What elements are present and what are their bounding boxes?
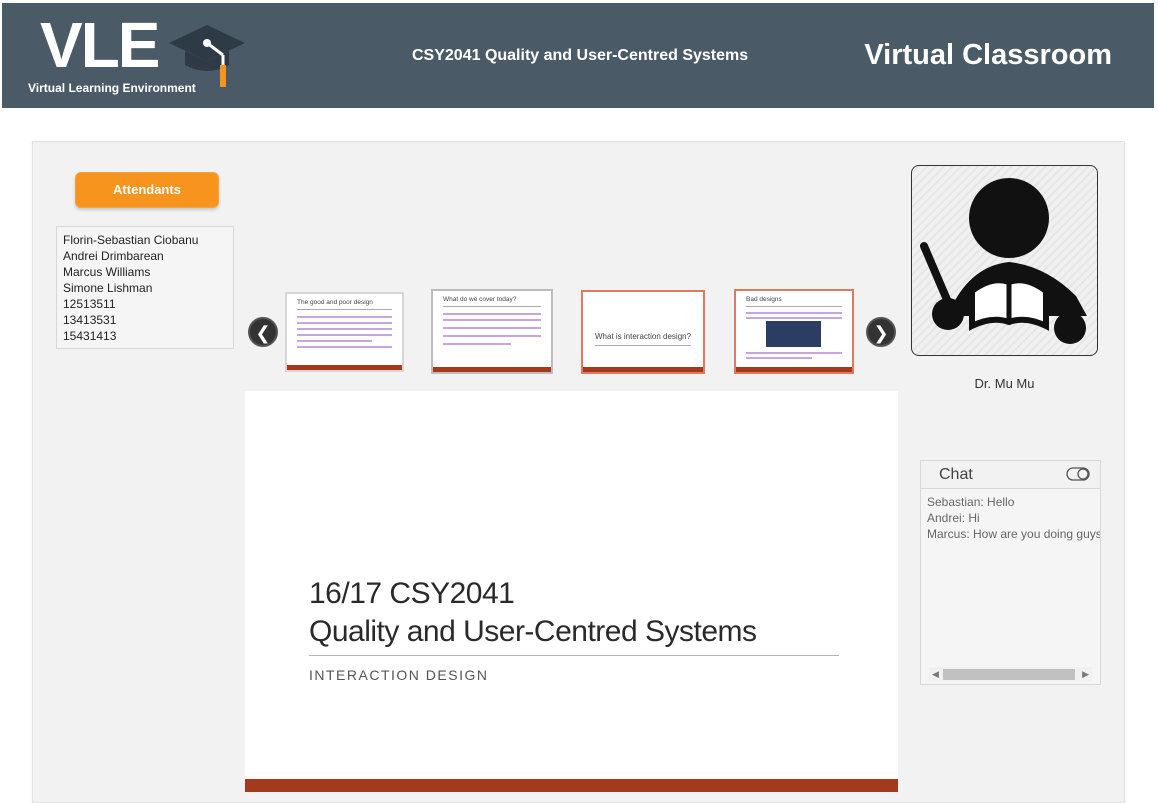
list-item: Florin-Sebastian Ciobanu [63, 233, 199, 247]
presenter-avatar [911, 165, 1098, 356]
thumbnail-rule [297, 309, 392, 310]
attendants-list: Florin-Sebastian Ciobanu Andrei Drimbare… [56, 226, 234, 349]
page-title: Virtual Classroom [864, 39, 1112, 71]
thumbnail-text-line [297, 316, 392, 318]
slide-thumbnail-2[interactable]: What do we cover today? [431, 289, 553, 374]
thumbnail-text-line [746, 357, 812, 359]
presenter-name: Dr. Mu Mu [974, 376, 1035, 391]
chevron-right-icon: ❯ [873, 323, 889, 343]
vle-logo: VLE [40, 9, 160, 81]
thumbnail-footer-bar [287, 365, 402, 370]
thumbnail-text-line [443, 319, 541, 321]
list-item: 12513511 [63, 297, 116, 311]
slide-divider [309, 655, 839, 656]
scroll-right-icon[interactable]: ▶ [1082, 667, 1089, 681]
chat-horizontal-scrollbar[interactable]: ◀ ▶ [929, 667, 1092, 681]
list-item: 13413531 [63, 313, 117, 327]
chat-header: Chat [921, 461, 1100, 489]
chat-message: Andrei: Hi [927, 511, 980, 525]
slide-title: 16/17 CSY2041 Quality and User-Centred S… [309, 575, 757, 651]
slide-title-line-2: Quality and User-Centred Systems [309, 615, 757, 648]
current-slide: 16/17 CSY2041 Quality and User-Centred S… [245, 391, 898, 792]
app-header: VLE Virtual Learning Environment CSY2041… [2, 3, 1154, 108]
thumbnail-text-line [746, 317, 842, 319]
chat-panel: Chat Sebastian: Hello Andrei: Hi Marcus:… [920, 460, 1101, 685]
thumbnail-text-line [297, 346, 392, 348]
slide-thumbnail-1[interactable]: The good and poor design [285, 292, 404, 372]
list-item: 15431413 [63, 329, 117, 343]
logo-subtitle: Virtual Learning Environment [28, 81, 196, 95]
thumbnail-rule [443, 306, 541, 307]
thumbnail-footer-bar [583, 367, 703, 372]
scrollbar-thumb[interactable] [943, 669, 1075, 680]
thumbnail-text-line [297, 340, 372, 342]
thumbnail-footer-bar [433, 367, 551, 372]
teacher-icon [920, 178, 1087, 344]
thumbnail-text-line [443, 313, 541, 315]
thumbnail-text-line [297, 334, 392, 336]
slide-subtitle: INTERACTION DESIGN [309, 667, 489, 683]
attendants-button[interactable]: Attendants [75, 172, 219, 208]
thumbnail-text-line [443, 335, 541, 337]
prev-slide-button[interactable]: ❮ [248, 317, 278, 347]
chat-title: Chat [939, 466, 973, 483]
thumbnail-title: Bad designs [746, 296, 782, 303]
thumbnail-rule [595, 345, 691, 346]
chat-message: Marcus: How are you doing guys [927, 527, 1100, 541]
chat-messages: Sebastian: Hello Andrei: Hi Marcus: How … [927, 494, 1100, 542]
thumbnail-text-line [746, 312, 842, 314]
thumbnail-text-line [297, 322, 392, 324]
thumbnail-rule [746, 306, 842, 307]
slide-thumbnail-3[interactable]: What is interaction design? [581, 290, 705, 374]
chevron-left-icon: ❮ [255, 323, 271, 343]
scroll-left-icon[interactable]: ◀ [932, 667, 939, 681]
list-item: Andrei Drimbarean [63, 249, 164, 263]
thumbnail-title: What is interaction design? [595, 332, 692, 341]
toggle-icon[interactable] [1066, 467, 1090, 481]
thumbnail-title: What do we cover today? [443, 296, 517, 303]
thumbnail-image [766, 321, 821, 347]
slide-footer-bar [245, 779, 898, 792]
list-item: Marcus Williams [63, 265, 151, 279]
thumbnail-footer-bar [736, 367, 852, 372]
next-slide-button[interactable]: ❯ [866, 317, 896, 347]
slide-title-line-1: 16/17 CSY2041 [309, 577, 515, 610]
course-title: CSY2041 Quality and User-Centred Systems [412, 47, 749, 64]
thumbnail-text-line [297, 328, 392, 330]
slide-thumbnail-4[interactable]: Bad designs [734, 289, 854, 374]
thumbnail-title: The good and poor design [297, 299, 373, 306]
chat-message: Sebastian: Hello [927, 495, 1015, 509]
thumbnail-text-line [443, 343, 511, 345]
graduation-cap-icon [169, 25, 245, 87]
thumbnail-text-line [746, 352, 842, 354]
thumbnail-text-line [443, 327, 541, 329]
list-item: Simone Lishman [63, 281, 153, 295]
